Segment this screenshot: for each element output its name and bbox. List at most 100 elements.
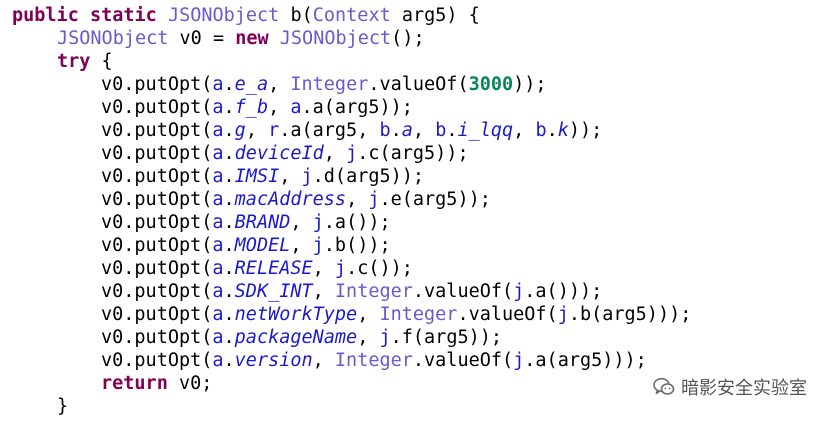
code-line: } [57, 395, 68, 418]
code-line: v0.putOpt(a.macAddress, j.e(arg5)); [101, 188, 491, 211]
code-token: a [212, 258, 224, 279]
code-token: v0 = [168, 28, 236, 49]
code-token: , [268, 97, 291, 118]
code-token: Integer [334, 281, 413, 302]
code-token: v0.putOpt( [101, 120, 213, 141]
code-line: v0.putOpt(a.packageName, j.f(arg5)); [101, 326, 502, 349]
code-token: j [301, 166, 313, 187]
code-line: v0.putOpt(a.deviceId, j.c(arg5)); [101, 142, 469, 165]
code-token: e_a [234, 74, 269, 95]
code-token: a [212, 350, 224, 371]
code-token: . [223, 212, 235, 233]
code-token: macAddress [234, 189, 347, 210]
code-token: , [323, 143, 347, 164]
code-token: .a(arg5))); [524, 350, 647, 371]
code-line: v0.putOpt(a.MODEL, j.b()); [101, 234, 391, 257]
code-token: (); [391, 28, 425, 49]
code-token: v0.putOpt( [101, 166, 213, 187]
code-token: , [279, 166, 302, 187]
code-token: b( [279, 5, 313, 26]
code-token: BRAND [234, 212, 291, 233]
code-token: , [268, 74, 291, 95]
code-token: v0.putOpt( [101, 235, 213, 256]
code-token: j [334, 258, 347, 279]
code-token: a [401, 120, 413, 141]
code-token: JSONObject [167, 5, 280, 26]
code-token: public [12, 5, 79, 26]
code-token: . [223, 166, 235, 187]
code-token: .b(arg5))); [568, 304, 692, 325]
code-token: . [446, 120, 458, 141]
code-token: .d(arg5)); [312, 166, 425, 187]
code-token: . [223, 235, 235, 256]
code-line: v0.putOpt(a.BRAND, j.a()); [101, 211, 391, 234]
code-line: v0.putOpt(a.g, r.a(arg5, b.a, b.i_lqq, b… [101, 119, 602, 142]
code-token: , [290, 235, 313, 256]
code-token: try [57, 51, 91, 72]
code-token: . [546, 120, 558, 141]
code-token: MODEL [234, 235, 291, 256]
code-token: a [212, 74, 224, 95]
code-token: b [379, 120, 391, 141]
code-token: v0.putOpt( [101, 350, 213, 371]
code-token: g [234, 120, 246, 141]
code-token: j [513, 350, 525, 371]
code-token: .a(arg5)); [301, 97, 413, 118]
code-token: SDK_INT [234, 281, 313, 302]
code-token: , [312, 281, 335, 302]
code-token: k [557, 120, 569, 141]
code-token: . [223, 120, 235, 141]
code-token: .a())); [524, 281, 603, 302]
code-token: , [245, 120, 269, 141]
wechat-icon [653, 377, 675, 397]
code-token: . [223, 189, 235, 210]
code-token: j [312, 212, 324, 233]
code-token: f_b [234, 97, 269, 118]
code-token: JSONObject [57, 28, 169, 49]
code-token: version [234, 350, 313, 371]
code-token: . [223, 74, 235, 95]
code-token: .b()); [323, 235, 391, 256]
code-token: , [412, 120, 436, 141]
code-token: 3000 [468, 74, 514, 95]
code-line: v0.putOpt(a.RELEASE, j.c()); [101, 257, 413, 280]
code-token: Integer [290, 74, 369, 95]
code-token: v0.putOpt( [101, 97, 213, 118]
code-token: { [90, 51, 113, 72]
code-token: return [101, 373, 168, 394]
code-line: v0.putOpt(a.SDK_INT, Integer.valueOf(j.a… [101, 280, 602, 303]
code-token: .a()); [323, 212, 391, 233]
code-token: .valueOf( [412, 281, 514, 302]
code-token: } [57, 396, 69, 417]
code-token: . [223, 97, 235, 118]
code-token: a [290, 97, 302, 118]
code-token: a [212, 235, 224, 256]
code-token: arg5) { [390, 5, 480, 26]
code-token: v0.putOpt( [101, 74, 213, 95]
code-line: v0.putOpt(a.f_b, a.a(arg5)); [101, 96, 413, 119]
code-token: , [290, 212, 313, 233]
code-token: Integer [334, 350, 413, 371]
code-token: netWorkType [234, 304, 358, 325]
code-token: j [379, 327, 391, 348]
code-token: packageName [234, 327, 358, 348]
code-token: b [435, 120, 447, 141]
code-line: public static JSONObject b(Context arg5)… [12, 4, 480, 27]
code-token: a [212, 189, 224, 210]
code-token: Integer [379, 304, 458, 325]
code-line: JSONObject v0 = new JSONObject(); [57, 27, 425, 50]
code-editor[interactable]: public static JSONObject b(Context arg5)… [0, 0, 831, 421]
code-token: )); [568, 120, 603, 141]
code-token: . [223, 327, 235, 348]
code-token: a [212, 212, 224, 233]
code-token: , [312, 350, 335, 371]
code-line: v0.putOpt(a.version, Integer.valueOf(j.a… [101, 349, 647, 372]
code-token: .e(arg5)); [379, 189, 491, 210]
code-token: a [212, 120, 224, 141]
code-token: . [223, 281, 235, 302]
code-token: j [346, 143, 358, 164]
code-token: static [89, 5, 157, 26]
code-token: r [268, 120, 280, 141]
